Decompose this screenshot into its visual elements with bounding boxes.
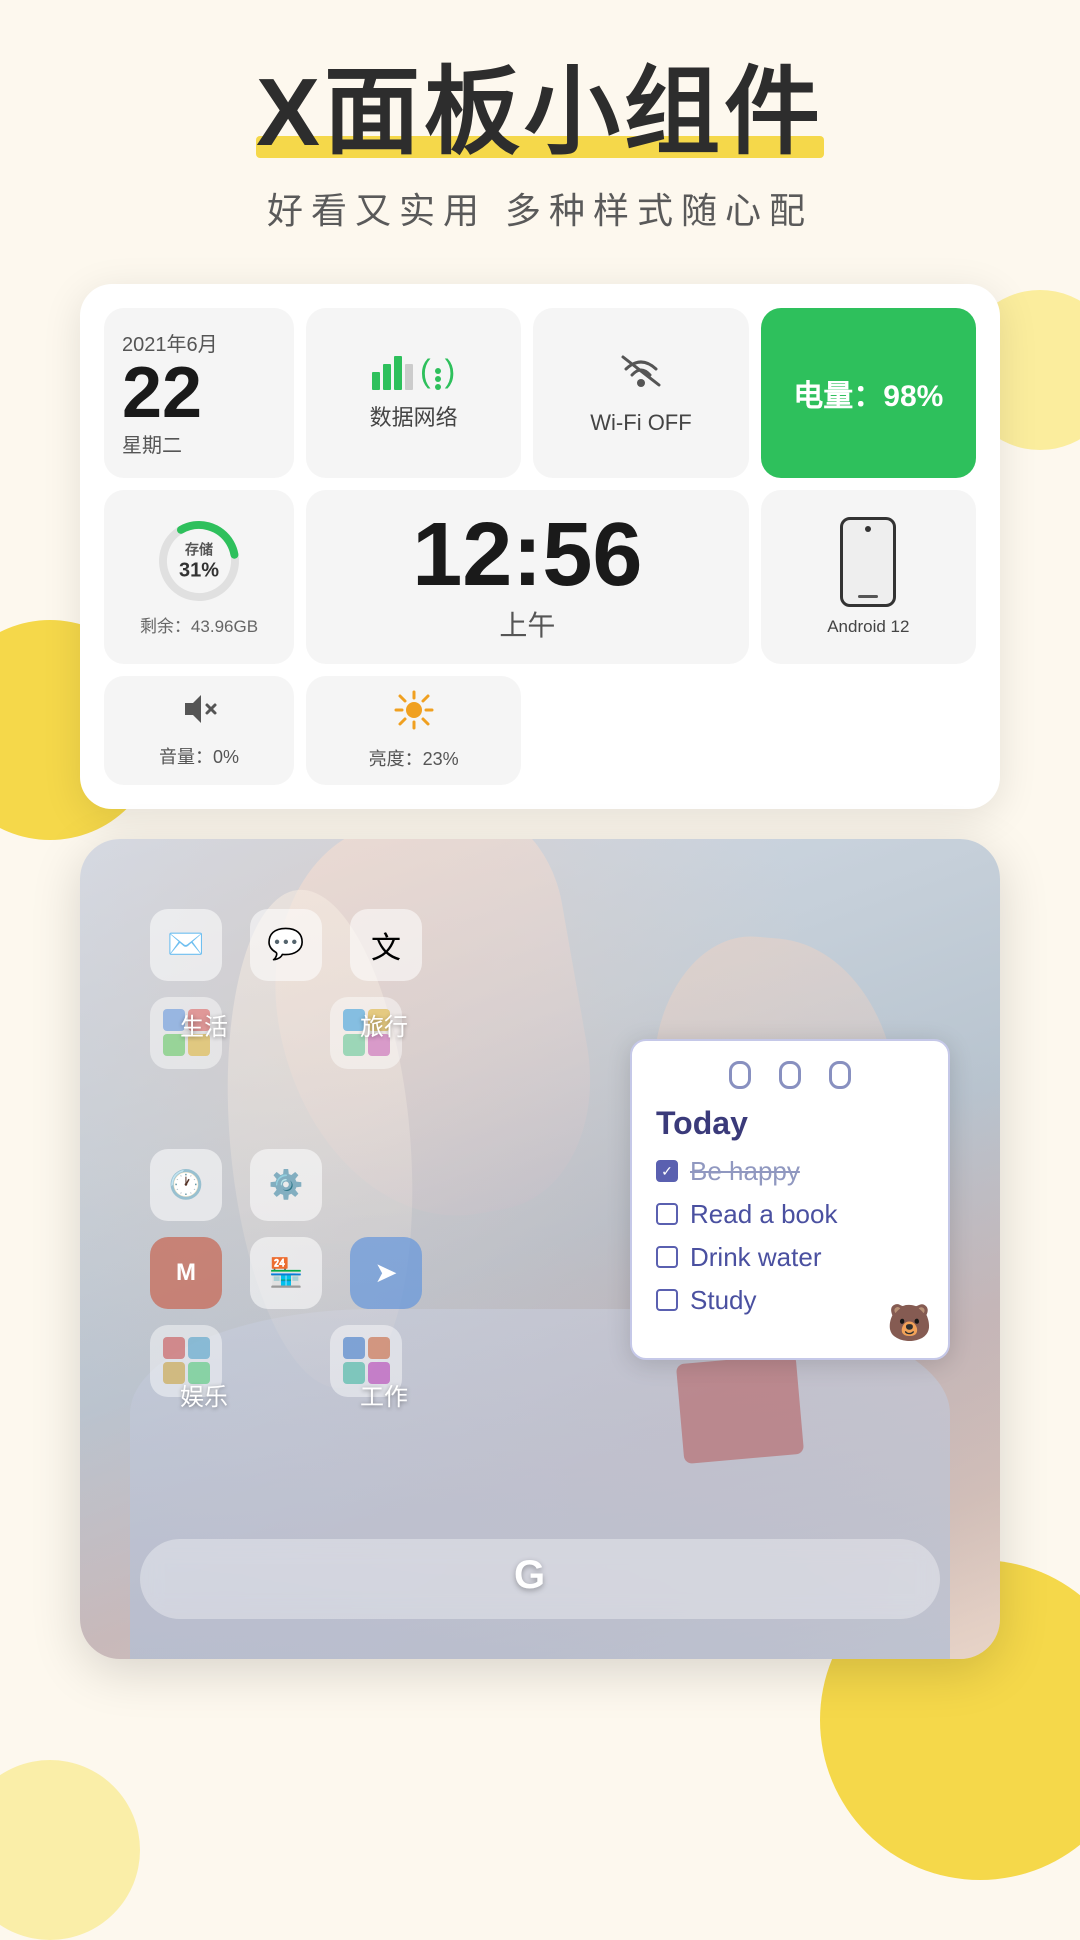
notebook-rings bbox=[656, 1061, 924, 1089]
notebook-item-4[interactable]: Study bbox=[656, 1285, 924, 1316]
signal-bar-2 bbox=[383, 364, 391, 390]
folder-label-2: 旅行 bbox=[348, 1007, 420, 1042]
volume-cell[interactable]: 音量：0% bbox=[104, 676, 294, 785]
item-text-1: Be happy bbox=[690, 1156, 800, 1187]
android-label: Android 12 bbox=[827, 617, 909, 637]
time-display: 12:56 bbox=[412, 510, 642, 600]
brightness-label: 亮度：23% bbox=[369, 745, 459, 771]
notebook-item-2[interactable]: Read a book bbox=[656, 1199, 924, 1230]
wifi-icon bbox=[619, 350, 663, 400]
item-text-4: Study bbox=[690, 1285, 757, 1316]
bg-circle-bottom-left bbox=[0, 1760, 140, 1940]
app-icon-arrow[interactable]: ➤ bbox=[350, 1237, 422, 1309]
app-icon-red[interactable]: M bbox=[150, 1237, 222, 1309]
page-content: X面板小组件 好看又实用 多种样式随心配 2021年6月 22 星期二 bbox=[0, 0, 1080, 1659]
subtitle: 好看又实用 多种样式随心配 bbox=[256, 182, 824, 234]
signal-bar-1 bbox=[372, 372, 380, 390]
ring-3 bbox=[829, 1061, 851, 1089]
widget-grid: 2021年6月 22 星期二 ( bbox=[104, 308, 976, 785]
time-cell: 12:56 上午 bbox=[306, 490, 749, 664]
folder-label-3: 娱乐 bbox=[168, 1377, 240, 1412]
checkbox-1[interactable]: ✓ bbox=[656, 1160, 678, 1182]
app-icon-shop[interactable]: 🏪 bbox=[250, 1237, 322, 1309]
storage-ring: 存储 31% bbox=[154, 516, 244, 606]
folder-labels-2: 娱乐 工作 bbox=[168, 1377, 420, 1412]
title-section: X面板小组件 好看又实用 多种样式随心配 bbox=[256, 60, 824, 234]
checkbox-2[interactable] bbox=[656, 1203, 678, 1225]
check-icon-1: ✓ bbox=[661, 1163, 673, 1180]
checkbox-3[interactable] bbox=[656, 1246, 678, 1268]
volume-label: 音量：0% bbox=[159, 743, 239, 769]
checkbox-4[interactable] bbox=[656, 1289, 678, 1311]
notebook-title: Today bbox=[656, 1105, 924, 1142]
folder-label-4: 工作 bbox=[348, 1377, 420, 1412]
notebook-item-1[interactable]: ✓ Be happy bbox=[656, 1156, 924, 1187]
phone-notch bbox=[865, 526, 871, 532]
notebook-widget: Today ✓ Be happy Read a book Drink wate bbox=[630, 1039, 950, 1360]
date-day: 22 bbox=[122, 357, 202, 429]
main-title-text: X面板小组件 bbox=[256, 59, 824, 166]
brightness-cell[interactable]: 亮度：23% bbox=[306, 676, 521, 785]
widget-card: 2021年6月 22 星期二 ( bbox=[80, 284, 1000, 809]
folder-labels-1: 生活 旅行 bbox=[168, 1007, 420, 1042]
date-weekday: 星期二 bbox=[122, 429, 182, 458]
app-icon-message[interactable]: 💬 bbox=[250, 909, 322, 981]
volume-icon bbox=[179, 691, 219, 737]
phone-mockup: ✉️ 💬 文 bbox=[80, 839, 1000, 1659]
main-title: X面板小组件 bbox=[256, 60, 824, 166]
app-icon-text[interactable]: 文 bbox=[350, 909, 422, 981]
ring-2 bbox=[779, 1061, 801, 1089]
time-ampm: 上午 bbox=[499, 604, 555, 644]
item-text-2: Read a book bbox=[690, 1199, 837, 1230]
brightness-icon bbox=[394, 690, 434, 739]
app-icon-mail[interactable]: ✉️ bbox=[150, 909, 222, 981]
data-network-cell[interactable]: ( ) 数据网络 bbox=[306, 308, 521, 478]
phone-screen: ✉️ 💬 文 bbox=[80, 839, 1000, 1659]
phone-shape bbox=[840, 517, 896, 607]
bottom-bar[interactable]: G bbox=[140, 1539, 940, 1619]
icon-row-2: 🕐 ⚙️ M 🏪 ➤ bbox=[150, 1149, 422, 1397]
notebook-item-3[interactable]: Drink water bbox=[656, 1242, 924, 1273]
wifi-label: Wi-Fi OFF bbox=[590, 410, 691, 436]
wifi-cell[interactable]: Wi-Fi OFF bbox=[533, 308, 748, 478]
storage-remaining: 剩余：43.96GB bbox=[140, 612, 258, 637]
android-cell: Android 12 bbox=[761, 490, 976, 664]
icon-row-1: ✉️ 💬 文 bbox=[150, 909, 422, 1069]
battery-label: 电量：98% bbox=[793, 371, 943, 415]
battery-cell[interactable]: 电量：98% bbox=[761, 308, 976, 478]
storage-ring-text: 存储 31% bbox=[179, 540, 219, 583]
item-text-3: Drink water bbox=[690, 1242, 821, 1273]
app-icon-camera[interactable]: ⚙️ bbox=[250, 1149, 322, 1221]
bear-decoration: 🐻 bbox=[887, 1302, 932, 1344]
signal-bar-4 bbox=[405, 364, 413, 390]
app-icon-clock[interactable]: 🕐 bbox=[150, 1149, 222, 1221]
phone-home-bar bbox=[858, 595, 878, 598]
data-network-label: 数据网络 bbox=[370, 400, 458, 432]
storage-cell: 存储 31% 剩余：43.96GB bbox=[104, 490, 294, 664]
signal-icon: ( ) bbox=[372, 353, 455, 390]
folder-label-1: 生活 bbox=[168, 1007, 240, 1042]
ring-1 bbox=[729, 1061, 751, 1089]
signal-bar-3 bbox=[394, 356, 402, 390]
google-icon: G bbox=[514, 1553, 566, 1605]
date-cell: 2021年6月 22 星期二 bbox=[104, 308, 294, 478]
